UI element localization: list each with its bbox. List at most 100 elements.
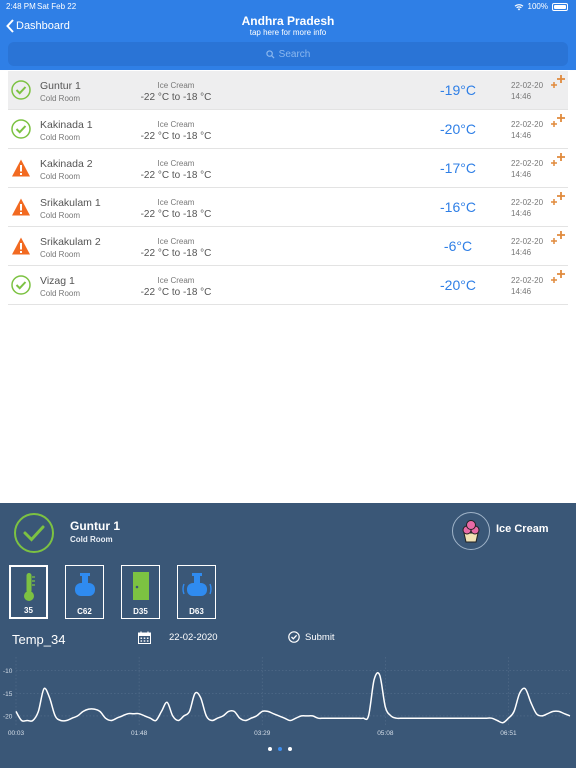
page-subtitle: tap here for more info: [249, 28, 327, 37]
page-title: Andhra Pradesh: [241, 14, 335, 28]
item-date: 22-02-20: [511, 276, 544, 285]
check-circle-icon: [288, 631, 300, 643]
back-label: Dashboard: [16, 20, 70, 32]
add-icon[interactable]: [546, 151, 568, 173]
item-time: 14:46: [511, 170, 532, 179]
item-time: 14:46: [511, 92, 532, 101]
date-picker[interactable]: 22-02-2020: [169, 632, 218, 643]
item-type: Cold Room: [40, 133, 81, 142]
item-name: Guntur 1: [40, 80, 81, 92]
temperature-series-line: [15, 672, 571, 724]
sensor-tabs: 35 C62 D35 D63: [9, 565, 229, 621]
search-input[interactable]: Search: [8, 42, 568, 66]
sensor-label: C62: [77, 607, 92, 616]
add-icon[interactable]: [546, 268, 568, 290]
product-label: Ice Cream: [496, 523, 549, 535]
door-icon: [132, 572, 149, 600]
back-button[interactable]: Dashboard: [6, 17, 70, 35]
item-name: Srikakulam 1: [40, 197, 101, 209]
list-item[interactable]: Guntur 1 Cold Room Ice Cream -22 °C to -…: [8, 71, 568, 110]
item-time: 14:46: [511, 131, 532, 140]
status-bar: 2:48 PM Sat Feb 22 100%: [0, 0, 576, 12]
chart-title: Temp_34: [12, 632, 66, 647]
status-right: 100%: [514, 2, 568, 11]
item-type: Cold Room: [40, 289, 81, 298]
detail-name: Guntur 1: [70, 519, 120, 533]
list-item[interactable]: Srikakulam 2 Cold Room Ice Cream -22 °C …: [8, 227, 568, 266]
y-tick-label: -10: [3, 668, 13, 675]
battery-percent: 100%: [527, 2, 548, 11]
item-temperature: -20°C: [440, 121, 476, 137]
sensor-tab-d35[interactable]: D35: [121, 565, 160, 619]
sensor-label: D35: [133, 607, 148, 616]
submit-label: Submit: [305, 631, 335, 643]
sensor-tab-35[interactable]: 35: [9, 565, 48, 619]
item-name: Kakinada 1: [40, 119, 93, 131]
add-icon[interactable]: [546, 229, 568, 251]
search-placeholder: Search: [278, 48, 311, 60]
list-item[interactable]: Vizag 1 Cold Room Ice Cream -22 °C to -1…: [8, 266, 568, 305]
x-tick-label: 06:51: [500, 730, 517, 737]
nav-header: 2:48 PM Sat Feb 22 100% Dashboard Andhra…: [0, 0, 576, 70]
item-type: Cold Room: [40, 94, 81, 103]
temperature-chart: -10 -15 -20 00:03 01:48 03:29 05:08 06:51: [3, 657, 571, 737]
list-item[interactable]: Kakinada 2 Cold Room Ice Cream -22 °C to…: [8, 149, 568, 188]
status-ok-icon: [11, 275, 31, 295]
list-item[interactable]: Srikakulam 1 Cold Room Ice Cream -22 °C …: [8, 188, 568, 227]
item-type: Cold Room: [40, 250, 81, 259]
sensor-tab-d63[interactable]: D63: [177, 565, 216, 619]
battery-icon: [552, 2, 568, 11]
item-name: Vizag 1: [40, 275, 75, 287]
detail-panel: Guntur 1 Cold Room Ice Cream 35 C62 D35 …: [0, 503, 576, 768]
item-date: 22-02-20: [511, 237, 544, 246]
item-range: -22 °C to -18 °C: [140, 92, 212, 103]
x-tick-label: 03:29: [254, 730, 271, 737]
item-temperature: -19°C: [440, 82, 476, 98]
add-icon[interactable]: [546, 73, 568, 95]
x-tick-label: 01:48: [131, 730, 148, 737]
sensor-tab-c62[interactable]: C62: [65, 565, 104, 619]
warning-icon: [11, 158, 31, 178]
page-dot[interactable]: [288, 747, 292, 751]
status-ok-icon: [11, 80, 31, 100]
item-time: 14:46: [511, 287, 532, 296]
x-tick-label: 00:03: [8, 730, 25, 737]
ice-cream-icon: [452, 512, 490, 550]
item-type: Cold Room: [40, 172, 81, 181]
y-tick-label: -20: [3, 713, 13, 720]
warning-icon: [11, 236, 31, 256]
submit-button[interactable]: Submit: [288, 630, 335, 644]
x-tick-label: 05:08: [377, 730, 394, 737]
item-time: 14:46: [511, 248, 532, 257]
status-ok-icon: [14, 513, 54, 553]
calendar-icon[interactable]: [138, 631, 151, 644]
compressor-icon: [74, 573, 95, 596]
item-time: 14:46: [511, 209, 532, 218]
item-product: Ice Cream: [157, 198, 195, 207]
sensor-label: 35: [24, 606, 33, 615]
warning-icon: [11, 197, 31, 217]
wifi-icon: [514, 3, 523, 10]
status-time: 2:48 PM: [6, 2, 36, 11]
page-dot[interactable]: [268, 747, 272, 751]
y-tick-label: -15: [3, 691, 13, 698]
title-area[interactable]: Andhra Pradesh tap here for more info: [188, 14, 388, 37]
search-bar: Search: [0, 40, 576, 70]
add-icon[interactable]: [546, 190, 568, 212]
status-ok-icon: [11, 119, 31, 139]
item-product: Ice Cream: [157, 159, 195, 168]
item-type: Cold Room: [40, 211, 81, 220]
item-range: -22 °C to -18 °C: [140, 131, 212, 142]
item-product: Ice Cream: [157, 120, 195, 129]
item-date: 22-02-20: [511, 120, 544, 129]
thermometer-icon: [23, 573, 35, 601]
item-temperature: -20°C: [440, 277, 476, 293]
page-dot[interactable]: [278, 747, 282, 751]
list-item[interactable]: Kakinada 1 Cold Room Ice Cream -22 °C to…: [8, 110, 568, 149]
item-range: -22 °C to -18 °C: [140, 170, 212, 181]
status-date: Sat Feb 22: [37, 2, 77, 11]
add-icon[interactable]: [546, 112, 568, 134]
item-product: Ice Cream: [157, 276, 195, 285]
item-product: Ice Cream: [157, 81, 195, 90]
item-product: Ice Cream: [157, 237, 195, 246]
